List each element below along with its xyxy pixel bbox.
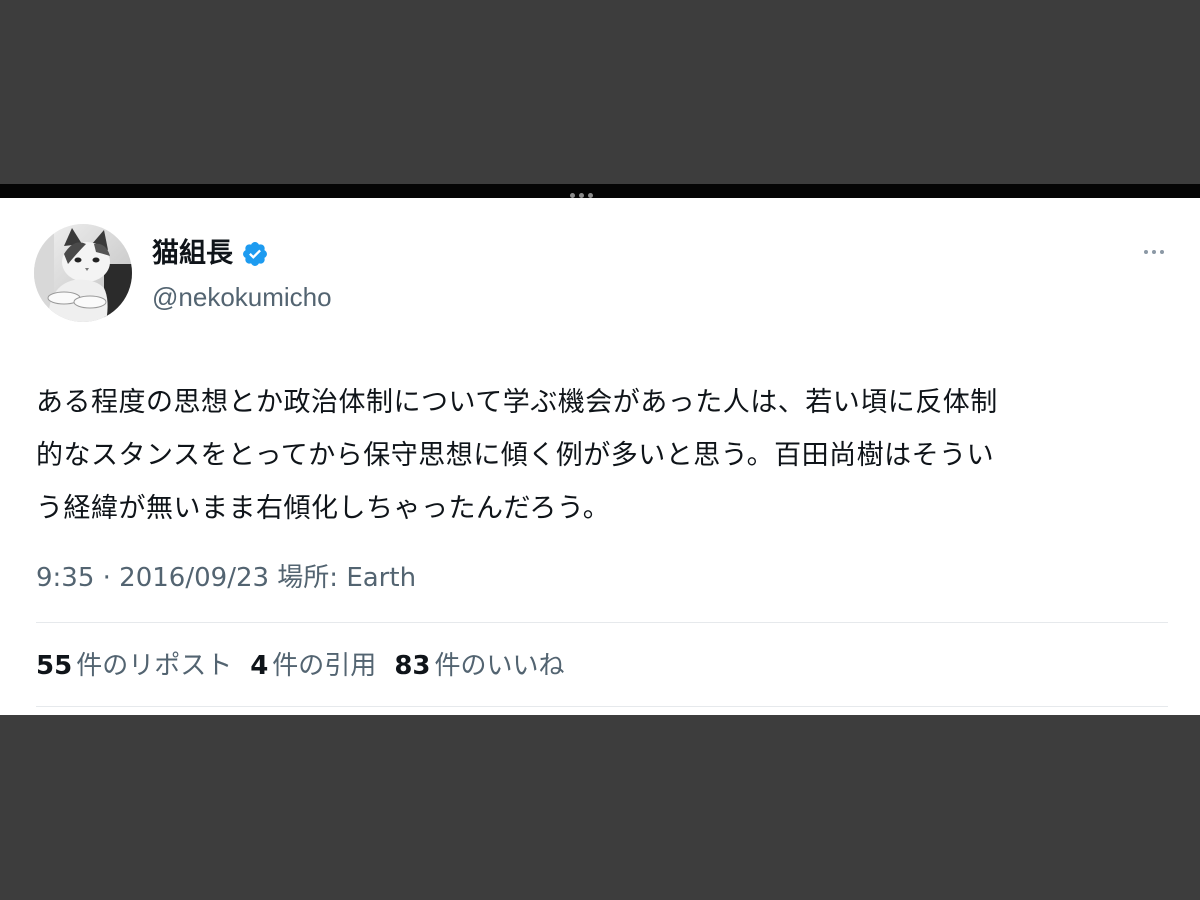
tweet-text-line: う経緯が無いまま右傾化しちゃったんだろう。: [36, 493, 611, 524]
bottom-dark-area: [0, 715, 1200, 900]
tweet-card: 猫組長 @nekokumicho ある程度の思想とか政治体制について学ぶ機会があ…: [0, 198, 1200, 715]
divider: [36, 706, 1168, 707]
retweet-count[interactable]: 55 件のリポスト: [36, 648, 232, 684]
like-count[interactable]: 83 件のいいね: [394, 648, 564, 684]
quote-count-label: 件の引用: [272, 651, 377, 681]
quote-count-number: 4: [250, 651, 269, 681]
screenshot-page: 猫組長 @nekokumicho ある程度の思想とか政治体制について学ぶ機会があ…: [0, 0, 1200, 900]
like-count-number: 83: [394, 651, 431, 681]
cat-avatar-icon: [34, 224, 132, 322]
tweet-timestamp-location[interactable]: 9:35 · 2016/09/23 場所: Earth: [36, 560, 416, 596]
top-dark-area: [0, 0, 1200, 184]
user-handle[interactable]: @nekokumicho: [152, 280, 332, 314]
retweet-count-label: 件のリポスト: [76, 651, 233, 681]
retweet-count-number: 55: [36, 651, 73, 681]
tweet-text: ある程度の思想とか政治体制について学ぶ機会があった人は、若い頃に反体制 的なスタ…: [36, 376, 1168, 535]
verified-badge-icon: [243, 242, 267, 266]
tweet-text-line: 的なスタンスをとってから保守思想に傾く例が多いと思う。百田尚樹はそうい: [36, 440, 995, 471]
tweet-text-line: ある程度の思想とか政治体制について学ぶ機会があった人は、若い頃に反体制: [36, 387, 998, 418]
display-name[interactable]: 猫組長: [152, 236, 233, 272]
quote-count[interactable]: 4 件の引用: [250, 648, 376, 684]
crop-edge-strip: [0, 184, 1200, 198]
name-row: 猫組長: [152, 236, 269, 272]
engagement-stats: 55 件のリポスト 4 件の引用 83 件のいいね: [36, 648, 565, 684]
like-count-label: 件のいいね: [434, 651, 565, 681]
more-options-icon[interactable]: [1140, 242, 1168, 262]
avatar[interactable]: [34, 224, 132, 322]
divider: [36, 622, 1168, 623]
